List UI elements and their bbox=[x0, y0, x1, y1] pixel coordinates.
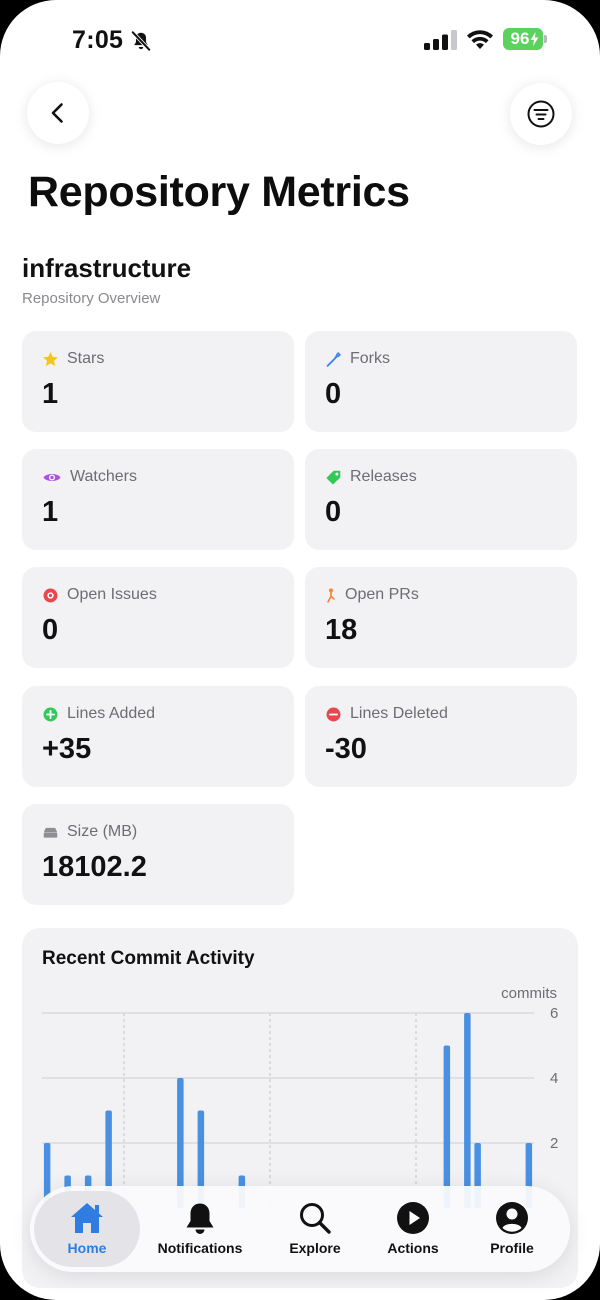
tag-icon bbox=[326, 470, 341, 484]
battery-level: 96 bbox=[510, 29, 530, 48]
tab-label: Explore bbox=[289, 1240, 341, 1256]
metric-value: +35 bbox=[42, 733, 92, 765]
profile-icon bbox=[496, 1202, 528, 1234]
metric-value: 1 bbox=[42, 496, 59, 528]
metric-card-stars[interactable]: Stars 1 bbox=[22, 331, 294, 432]
status-bar: 7:05 96 bbox=[0, 22, 600, 62]
battery-indicator: 96 bbox=[503, 28, 547, 50]
commit-bar bbox=[443, 1045, 451, 1208]
charging-bolt-icon bbox=[530, 32, 539, 46]
metric-card-open-issues[interactable]: Open Issues 0 bbox=[22, 567, 294, 668]
star-icon bbox=[43, 351, 58, 366]
metric-card-open-prs[interactable]: Open PRs 18 bbox=[305, 567, 577, 668]
metric-card-size[interactable]: Size (MB) 18102.2 bbox=[22, 804, 294, 905]
wifi-icon bbox=[467, 30, 493, 49]
drive-icon bbox=[43, 827, 58, 838]
y-tick-label: 2 bbox=[550, 1135, 558, 1152]
metric-card-forks[interactable]: Forks 0 bbox=[305, 331, 577, 432]
metric-value: 0 bbox=[42, 614, 59, 646]
y-tick-label: 6 bbox=[550, 1005, 558, 1022]
metric-value: -30 bbox=[325, 733, 367, 765]
commit-bar bbox=[464, 1013, 471, 1208]
filter-icon bbox=[527, 100, 555, 128]
metric-value: 0 bbox=[325, 496, 342, 528]
metric-label: Forks bbox=[350, 350, 390, 367]
metric-label: Size (MB) bbox=[67, 823, 138, 840]
metric-label: Lines Deleted bbox=[350, 705, 448, 722]
filter-button[interactable] bbox=[510, 83, 572, 145]
home-icon bbox=[71, 1203, 103, 1233]
minus-circle-icon bbox=[326, 707, 341, 721]
tab-bar: Home Notifications Explore Actions Profi… bbox=[30, 1186, 570, 1272]
plus-circle-icon bbox=[43, 707, 58, 721]
play-icon bbox=[397, 1202, 429, 1234]
metric-value: 0 bbox=[325, 378, 342, 410]
y-tick-label: 4 bbox=[550, 1070, 558, 1087]
metric-label: Stars bbox=[67, 350, 105, 367]
metric-card-watchers[interactable]: Watchers 1 bbox=[22, 449, 294, 550]
metric-card-lines-added[interactable]: Lines Added +35 bbox=[22, 686, 294, 787]
tab-label: Home bbox=[67, 1240, 107, 1256]
metric-value: 18 bbox=[325, 614, 358, 646]
issue-icon bbox=[43, 588, 58, 602]
bell-off-icon bbox=[131, 31, 151, 51]
metric-label: Watchers bbox=[70, 468, 137, 485]
phone-screen: 7:05 96 Repository Metrics infrastructur… bbox=[0, 0, 600, 1300]
tab-actions[interactable]: Actions bbox=[360, 1186, 466, 1272]
metric-label: Open Issues bbox=[67, 586, 157, 603]
tab-explore[interactable]: Explore bbox=[262, 1186, 368, 1272]
pull-request-icon bbox=[327, 587, 335, 603]
cellular-signal-icon bbox=[424, 30, 457, 50]
tab-label: Notifications bbox=[157, 1240, 243, 1256]
metric-value: 18102.2 bbox=[42, 851, 147, 883]
eye-icon bbox=[43, 473, 61, 481]
fork-icon bbox=[326, 351, 341, 367]
tab-profile[interactable]: Profile bbox=[459, 1186, 565, 1272]
metric-label: Releases bbox=[350, 468, 417, 485]
metric-card-lines-deleted[interactable]: Lines Deleted -30 bbox=[305, 686, 577, 787]
bell-icon bbox=[186, 1203, 214, 1234]
metric-card-releases[interactable]: Releases 0 bbox=[305, 449, 577, 550]
tab-label: Actions bbox=[387, 1240, 439, 1256]
repository-subtitle: Repository Overview bbox=[22, 290, 161, 307]
metric-label: Open PRs bbox=[345, 586, 419, 603]
repository-name: infrastructure bbox=[22, 253, 192, 283]
tab-home[interactable]: Home bbox=[34, 1191, 140, 1267]
y-axis-unit-label: commits bbox=[501, 985, 557, 1002]
back-button[interactable] bbox=[27, 82, 89, 144]
status-time: 7:05 bbox=[72, 26, 124, 54]
chevron-left-icon bbox=[51, 103, 63, 123]
tab-label: Profile bbox=[490, 1240, 534, 1256]
metric-label: Lines Added bbox=[67, 705, 156, 722]
metric-value: 1 bbox=[42, 378, 59, 410]
search-icon bbox=[300, 1203, 331, 1234]
page-title: Repository Metrics bbox=[28, 168, 410, 216]
tab-notifications[interactable]: Notifications bbox=[147, 1186, 253, 1272]
